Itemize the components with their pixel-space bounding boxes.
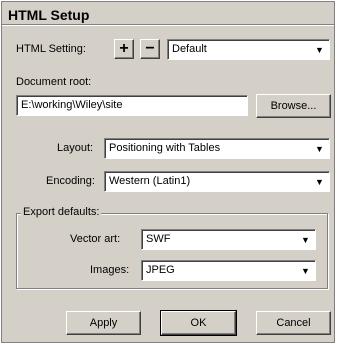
html-setting-select[interactable]: Default ▼ [167,39,330,60]
html-setup-dialog: HTML Setup HTML Setting: + − Default ▼ D… [1,1,335,343]
layout-value: Positioning with Tables [109,142,221,154]
vector-art-label: Vector art: [70,233,121,245]
remove-setting-button[interactable]: − [140,39,160,59]
vector-art-select[interactable]: SWF ▼ [141,229,316,250]
encoding-select[interactable]: Western (Latin1) ▼ [104,171,330,192]
export-defaults-label: Export defaults: [21,206,102,218]
html-setting-label: HTML Setting: [16,43,86,55]
document-root-input[interactable]: E:\working\Wiley\site [16,95,248,116]
chevron-down-icon: ▼ [301,234,310,245]
html-setting-value: Default [172,43,207,55]
document-root-value: E:\working\Wiley\site [21,99,123,111]
browse-button[interactable]: Browse... [256,94,331,118]
chevron-down-icon: ▼ [315,44,324,55]
title-divider-highlight [2,25,334,26]
cancel-button[interactable]: Cancel [256,311,331,335]
apply-button[interactable]: Apply [66,311,141,335]
layout-label: Layout: [57,142,94,154]
dialog-title: HTML Setup [8,7,90,23]
layout-select[interactable]: Positioning with Tables ▼ [104,138,330,159]
add-setting-button[interactable]: + [114,39,134,59]
chevron-down-icon: ▼ [315,143,324,154]
document-root-label: Document root: [16,76,92,88]
minus-icon: − [145,40,155,57]
plus-icon: + [119,40,129,57]
chevron-down-icon: ▼ [315,176,324,187]
encoding-value: Western (Latin1) [109,175,191,187]
ok-button[interactable]: OK [160,310,237,336]
encoding-label: Encoding: [46,175,95,187]
chevron-down-icon: ▼ [301,265,310,276]
images-select[interactable]: JPEG ▼ [141,260,316,281]
vector-art-value: SWF [146,233,171,245]
images-value: JPEG [146,264,175,276]
images-label: Images: [90,264,130,276]
